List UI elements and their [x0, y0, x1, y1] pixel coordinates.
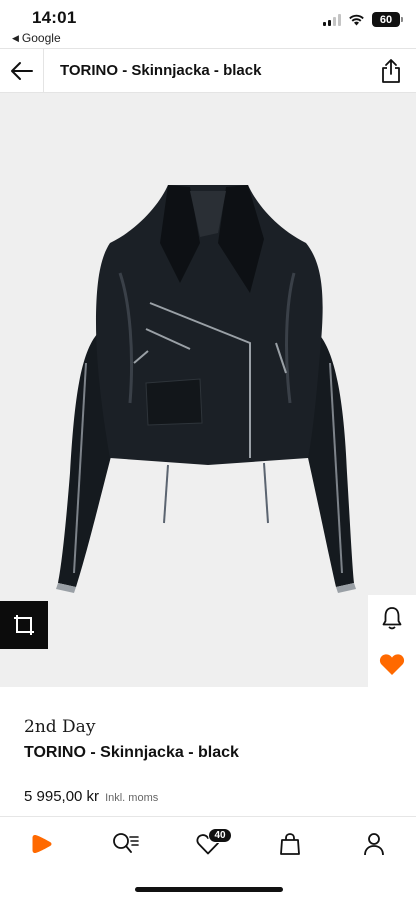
- arrow-left-icon: [10, 61, 33, 80]
- header-title: TORINO - Skinnjacka - black: [60, 62, 262, 79]
- expand-icon: [14, 615, 34, 635]
- nav-bag[interactable]: [270, 827, 310, 861]
- heart-filled-icon: [379, 653, 405, 675]
- share-icon: [382, 58, 400, 83]
- price: 5 995,00 kr: [24, 788, 100, 805]
- back-triangle-icon: ◀: [12, 32, 19, 43]
- bell-icon: [382, 607, 402, 630]
- bag-icon: [280, 833, 300, 855]
- brand-name[interactable]: 2nd Day: [24, 717, 95, 737]
- cellular-signal-icon: [323, 13, 341, 26]
- wishlist-button[interactable]: [368, 641, 416, 687]
- product-name: TORINO - Skinnjacka - black: [24, 744, 239, 761]
- zoom-button[interactable]: [0, 601, 48, 649]
- person-icon: [364, 833, 384, 856]
- nav-search[interactable]: [106, 827, 146, 861]
- status-icons: 60: [323, 12, 403, 27]
- zalando-logo-icon: [32, 835, 52, 853]
- back-app-label: Google: [21, 31, 61, 45]
- home-indicator: [135, 887, 283, 892]
- notify-button[interactable]: [368, 595, 416, 641]
- wifi-icon: [349, 14, 364, 25]
- price-row: 5 995,00 kr Inkl. moms: [24, 788, 158, 805]
- product-image-gallery[interactable]: [0, 93, 416, 687]
- back-to-app-link[interactable]: ◀ Google: [12, 31, 61, 45]
- nav-profile[interactable]: [354, 827, 394, 861]
- product-header: TORINO - Skinnjacka - black: [0, 48, 416, 93]
- side-actions: [368, 595, 416, 687]
- share-button[interactable]: [366, 49, 416, 93]
- battery-icon: 60: [372, 12, 403, 27]
- wishlist-count-badge: 40: [208, 828, 232, 843]
- back-button[interactable]: [0, 48, 44, 93]
- status-bar: 14:01 ◀ Google 60: [0, 0, 416, 48]
- search-list-icon: [113, 833, 139, 853]
- nav-wishlist[interactable]: 40: [188, 827, 232, 861]
- product-image: [56, 185, 356, 593]
- price-note: Inkl. moms: [105, 792, 159, 804]
- nav-home[interactable]: [22, 827, 62, 861]
- status-time: 14:01: [32, 8, 77, 27]
